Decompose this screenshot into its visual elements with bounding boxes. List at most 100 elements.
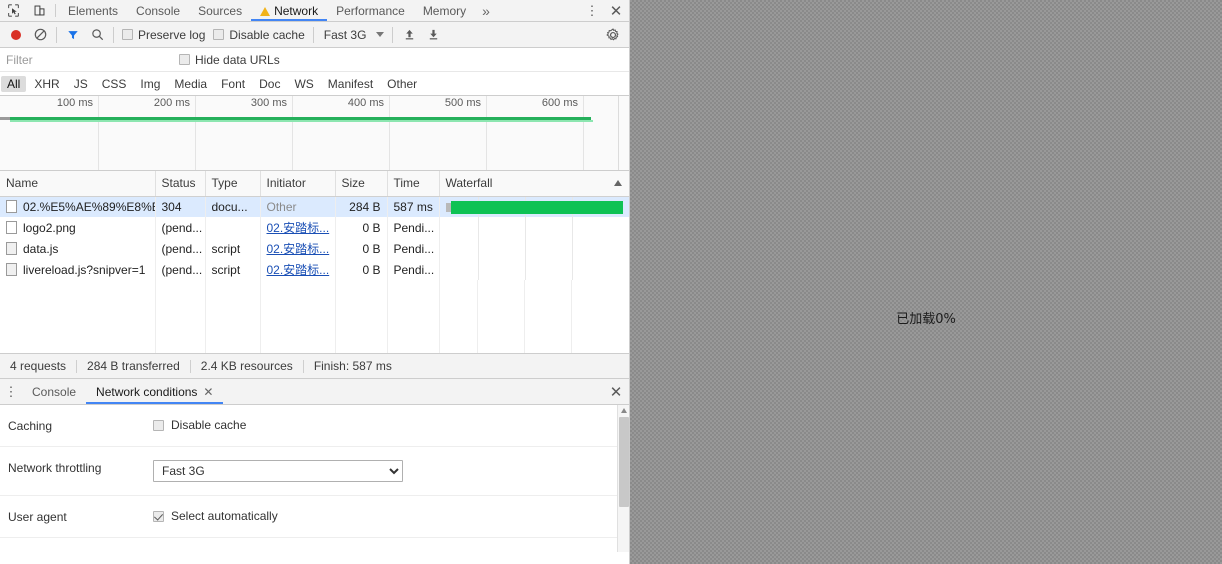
drawer-menu-icon[interactable]: ⋮ <box>0 379 22 404</box>
overview-tick-label: 100 ms <box>56 97 93 109</box>
tab-performance[interactable]: Performance <box>327 0 414 21</box>
tab-sources-label: Sources <box>198 3 243 18</box>
drawer-tabstrip: ⋮ Console Network conditions ✕ ✕ <box>0 379 629 405</box>
cell-initiator: Other <box>260 196 336 217</box>
overview-gridline <box>292 96 293 170</box>
network-toolbar: Preserve log Disable cache Fast 3G <box>0 22 629 48</box>
table-row[interactable]: 02.%E5%AE%89%E8%B... 304 docu... Other 2… <box>0 196 629 217</box>
throttle-dropdown[interactable]: Fast 3G <box>318 28 389 42</box>
cell-waterfall <box>439 259 629 280</box>
type-filter-other[interactable]: Other <box>381 76 423 92</box>
disable-cache-box <box>213 29 225 40</box>
filter-bar: Hide data URLs <box>0 48 629 72</box>
cell-name-text: logo2.png <box>23 220 76 235</box>
cell-initiator-link[interactable]: 02.安踏标... <box>267 221 330 235</box>
cell-size: 0 B <box>335 217 388 238</box>
tab-sources[interactable]: Sources <box>189 0 251 21</box>
type-filter-all[interactable]: All <box>1 75 27 92</box>
overview-inner: 100 ms 200 ms 300 ms 400 ms 500 ms 600 m… <box>0 96 629 170</box>
cell-time: Pendi... <box>387 238 440 259</box>
disable-cache-checkbox[interactable]: Disable cache <box>209 28 308 42</box>
devtools-menu-icon[interactable]: ⋮ <box>581 0 603 21</box>
cell-name-text: livereload.js?snipver=1 <box>23 262 146 277</box>
throttle-value: Fast 3G <box>323 27 367 42</box>
tab-memory[interactable]: Memory <box>414 0 475 21</box>
column-header-waterfall-label: Waterfall <box>445 176 493 191</box>
tab-console[interactable]: Console <box>127 0 189 21</box>
table-row[interactable]: livereload.js?snipver=1 (pend... script … <box>0 259 629 280</box>
network-conditions-scrollbar[interactable] <box>617 405 629 552</box>
close-devtools-icon[interactable]: ✕ <box>603 0 629 21</box>
disable-cache-label: Disable cache <box>229 27 305 42</box>
type-filter-js[interactable]: JS <box>68 76 94 92</box>
type-filter-manifest[interactable]: Manifest <box>322 76 379 92</box>
table-header-row: Name Status Type Initiator Size Time Wat… <box>0 171 629 197</box>
column-header-status[interactable]: Status <box>155 171 206 197</box>
summary-transferred: 284 B transferred <box>87 359 180 373</box>
column-header-name[interactable]: Name <box>0 171 156 197</box>
column-header-type[interactable]: Type <box>205 171 261 197</box>
clear-icon[interactable] <box>28 23 52 47</box>
type-filter-font[interactable]: Font <box>215 76 251 92</box>
close-icon[interactable]: ✕ <box>203 385 213 399</box>
table-row[interactable]: data.js (pend... script 02.安踏标... 0 B Pe… <box>0 238 629 259</box>
script-icon <box>6 242 17 255</box>
summary-requests: 4 requests <box>10 359 67 373</box>
nc-disable-cache-checkbox[interactable]: Disable cache <box>153 418 609 432</box>
table-empty-area <box>0 280 629 353</box>
throttling-select[interactable]: Fast 3G <box>153 460 403 482</box>
overview-tick-label: 400 ms <box>347 97 384 109</box>
record-icon[interactable] <box>4 23 28 47</box>
drawer-tab-console[interactable]: Console <box>22 379 86 404</box>
scroll-up-arrow-icon[interactable] <box>621 408 627 413</box>
requests-table: Name Status Type Initiator Size Time Wat… <box>0 171 629 354</box>
overview-scrollbar[interactable] <box>618 96 629 170</box>
scrollbar-thumb[interactable] <box>619 417 629 507</box>
type-filter-xhr[interactable]: XHR <box>28 76 65 92</box>
preserve-log-checkbox[interactable]: Preserve log <box>118 28 209 42</box>
select-automatically-checkbox[interactable]: Select automatically <box>153 509 609 523</box>
inspect-cursor-icon[interactable] <box>0 0 26 21</box>
overview-load-line-light <box>10 120 593 122</box>
export-har-icon[interactable] <box>421 23 445 47</box>
table-row[interactable]: logo2.png (pend... 02.安踏标... 0 B Pendi..… <box>0 217 629 238</box>
type-filter-img[interactable]: Img <box>134 76 166 92</box>
hide-data-urls-checkbox[interactable]: Hide data URLs <box>175 53 284 67</box>
drawer-tab-network-conditions[interactable]: Network conditions ✕ <box>86 379 223 404</box>
overview-tick-label: 300 ms <box>250 97 287 109</box>
network-overview-graph[interactable]: 100 ms 200 ms 300 ms 400 ms 500 ms 600 m… <box>0 96 629 171</box>
cell-initiator-link[interactable]: 02.安踏标... <box>267 242 330 256</box>
resource-type-filters: All XHR JS CSS Img Media Font Doc WS Man… <box>0 72 629 96</box>
search-icon[interactable] <box>85 23 109 47</box>
filter-funnel-icon[interactable] <box>61 23 85 47</box>
column-header-time[interactable]: Time <box>387 171 440 197</box>
nc-disable-cache-box <box>153 419 164 431</box>
overview-tick-label: 500 ms <box>444 97 481 109</box>
cell-waterfall <box>439 217 629 238</box>
tabstrip-right-controls: ⋮ ✕ <box>581 0 629 21</box>
type-filter-css[interactable]: CSS <box>96 76 133 92</box>
tab-network[interactable]: Network <box>251 0 327 21</box>
overview-gridline <box>98 96 99 170</box>
gear-icon[interactable] <box>601 23 625 47</box>
cell-name: 02.%E5%AE%89%E8%B... <box>0 196 156 217</box>
chevron-down-icon <box>376 32 385 37</box>
type-filter-doc[interactable]: Doc <box>253 76 286 92</box>
close-drawer-icon[interactable]: ✕ <box>603 379 629 404</box>
column-header-size[interactable]: Size <box>335 171 388 197</box>
column-header-initiator[interactable]: Initiator <box>260 171 336 197</box>
overview-tick-label: 600 ms <box>541 97 578 109</box>
drawer-tab-network-conditions-label: Network conditions <box>96 384 198 399</box>
filter-input[interactable] <box>0 52 165 67</box>
cell-type: script <box>205 259 261 280</box>
import-har-icon[interactable] <box>397 23 421 47</box>
warning-triangle-icon <box>260 7 271 16</box>
device-toolbar-icon[interactable] <box>26 0 52 21</box>
column-header-waterfall[interactable]: Waterfall <box>439 171 629 197</box>
summary-resources: 2.4 KB resources <box>200 359 293 373</box>
tab-elements[interactable]: Elements <box>59 0 127 21</box>
type-filter-ws[interactable]: WS <box>288 76 319 92</box>
more-tabs-icon[interactable]: » <box>475 0 497 21</box>
cell-initiator-link[interactable]: 02.安踏标... <box>267 263 330 277</box>
type-filter-media[interactable]: Media <box>168 76 213 92</box>
